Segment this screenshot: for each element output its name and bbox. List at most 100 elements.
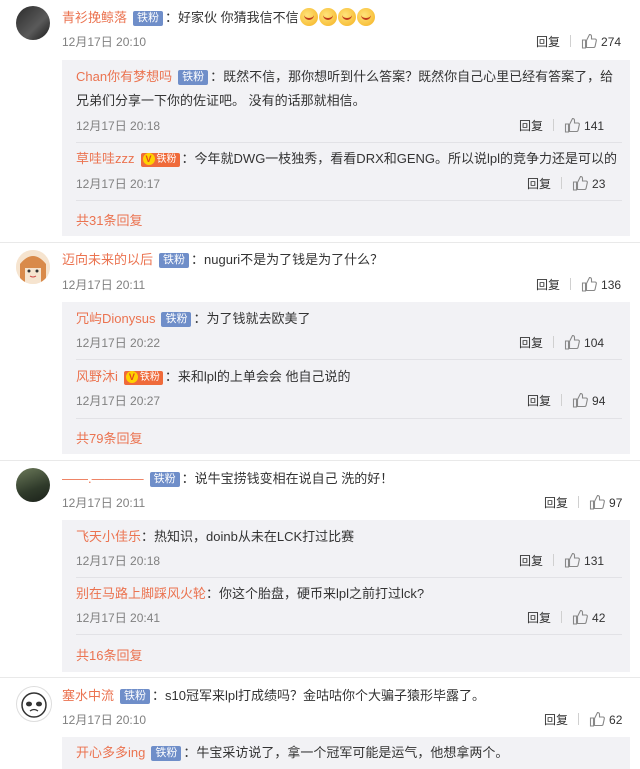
reply-button[interactable]: 回复 [519,336,543,350]
comment-line: 青衫挽鲸落 铁粉 ：好家伙 你猜我信不信 [62,8,375,27]
fan-badge[interactable]: 铁粉 [151,746,182,761]
thumbs-up-icon [572,392,588,408]
like-button[interactable]: 274 [581,33,621,49]
fan-badge[interactable]: 铁粉 [133,11,164,26]
fan-badge[interactable]: 铁粉 [161,312,192,327]
reply-actions: 回复 141 [519,117,604,135]
thumbs-up-icon [564,334,580,350]
like-button[interactable]: 94 [572,392,606,408]
reply-author[interactable]: 别在马路上脚踩风火轮 [76,586,206,601]
reply-author[interactable]: 风野沐i [76,369,118,384]
like-button[interactable]: 42 [572,609,606,625]
reply-divider [76,418,622,419]
reply-actions: 回复 23 [527,175,605,193]
reply-text: 既然不信，那你想听到什么答案？既然你自己心里已经有答案了，给 [223,69,614,84]
like-count: 131 [584,554,605,568]
panda-avatar-icon [21,692,47,718]
avatar[interactable] [16,6,50,40]
divider [553,554,555,566]
reply-button[interactable]: 回复 [536,278,560,292]
like-button[interactable]: 136 [581,276,621,292]
reply-time: 12月17日 20:17 [76,177,161,191]
reply-author[interactable]: 飞天小佳乐 [76,529,141,544]
reply-line: 开心多多ing 铁粉 ：牛宝采访说了，拿一个冠军可能是运气，他想拿两个。 [76,745,509,761]
avatar[interactable] [16,686,52,722]
reply-text: 牛宝采访说了，拿一个冠军可能是运气，他想拿两个。 [196,745,509,760]
divider [570,278,572,290]
more-replies-link[interactable]: 共16条回复 [76,645,142,664]
reply-author[interactable]: 冗屿Dionysus [76,311,155,326]
reply-button[interactable]: 回复 [519,554,543,568]
comment-actions: 回复 136 [536,276,621,294]
like-count: 97 [609,496,623,510]
avatar[interactable] [16,250,50,284]
comment-author[interactable]: 迈向未来的以后 [62,252,153,267]
thumbs-up-icon [589,711,605,727]
fan-badge[interactable]: 铁粉 [120,689,151,704]
divider [561,394,563,406]
reply-time: 12月17日 20:18 [76,554,161,568]
comment-line: 迈向未来的以后 铁粉 ：nuguri不是为了钱是为了什么？ [62,252,384,268]
reply-actions: 回复 131 [519,552,604,570]
reply-line: 草哇哇zzz V 铁粉 ：今年就DWG一枝独秀，看看DRX和GENG。所以说lpl的竞… [76,151,618,167]
reply-button[interactable]: 回复 [544,496,568,510]
like-count: 94 [592,394,606,408]
like-count: 62 [609,713,623,727]
thread-divider [0,677,640,678]
reply-actions: 回复 104 [519,334,604,352]
like-count: 42 [592,611,606,625]
thumbs-up-icon [564,117,580,133]
thumbs-up-icon [564,552,580,568]
reply-button[interactable]: 回复 [527,177,551,191]
vip-fan-badge[interactable]: V 铁粉 [123,371,163,385]
more-replies-link[interactable]: 共79条回复 [76,428,142,447]
reply-button[interactable]: 回复 [527,611,551,625]
comment-author[interactable]: 塞水中流 [62,688,114,703]
reply-line: Chan你有梦想吗 铁粉 ：既然不信，那你想听到什么答案？既然你自己心里已经有答案了… [76,69,614,85]
like-button[interactable]: 97 [589,494,623,510]
smile-emoji-icon [337,8,356,26]
like-button[interactable]: 62 [589,711,623,727]
comment-text: 好家伙 你猜我信不信 [178,10,299,25]
reply-line: 飞天小佳乐：热知识，doinb从未在LCK打过比赛 [76,529,355,544]
comment-author[interactable]: 青衫挽鲸落 [62,10,127,25]
vip-fan-badge[interactable]: V 铁粉 [140,153,180,167]
reply-button[interactable]: 回复 [544,713,568,727]
comment-time: 12月17日 20:11 [62,278,146,292]
comment-time: 12月17日 20:11 [62,496,146,510]
comment-time: 12月17日 20:10 [62,713,147,727]
reply-button[interactable]: 回复 [536,35,560,49]
avatar[interactable] [16,468,50,502]
reply-author[interactable]: Chan你有梦想吗 [76,69,172,84]
comment-line: 塞水中流 铁粉 ：s10冠军来lpl打成绩吗？金咕咕你个大骗子猿形毕露了。 [62,688,485,704]
comment-actions: 回复 62 [544,711,622,729]
thumbs-up-icon [572,609,588,625]
like-button[interactable]: 23 [572,175,605,191]
like-button[interactable]: 141 [564,117,604,133]
fan-badge[interactable]: 铁粉 [159,253,190,268]
reply-divider [76,359,622,360]
reply-author[interactable]: 草哇哇zzz [76,151,135,166]
thumbs-up-icon [581,276,597,292]
reply-author[interactable]: 开心多多ing [76,745,145,760]
reply-button[interactable]: 回复 [519,119,543,133]
fan-badge[interactable]: 铁粉 [178,70,209,85]
reply-line: 风野沐i V 铁粉 ：来和lpl的上单会会 他自己说的 [76,369,351,385]
reply-text: 你这个胎盘，硬币来lpl之前打过lck? [219,586,425,601]
reply-button[interactable]: 回复 [527,394,551,408]
fan-badge[interactable]: 铁粉 [149,472,180,487]
like-button[interactable]: 131 [564,552,605,568]
divider [570,35,572,47]
reply-line: 冗屿Dionysus 铁粉 ：为了钱就去欧美了 [76,311,311,327]
divider [578,496,580,508]
more-replies-link[interactable]: 共31条回复 [76,210,142,229]
reply-divider [76,634,622,635]
thumbs-up-icon [572,175,588,191]
comment-author[interactable]: ——.———— [62,471,144,486]
thread-divider [0,242,640,243]
reply-time: 12月17日 20:41 [76,611,161,625]
smile-emoji-icon [318,8,337,26]
reply-text: 今年就DWG一枝独秀，看看DRX和GENG。所以说lpl的竞争力还是可以的 [194,151,618,166]
reply-time: 12月17日 20:22 [76,336,161,350]
like-button[interactable]: 104 [564,334,604,350]
